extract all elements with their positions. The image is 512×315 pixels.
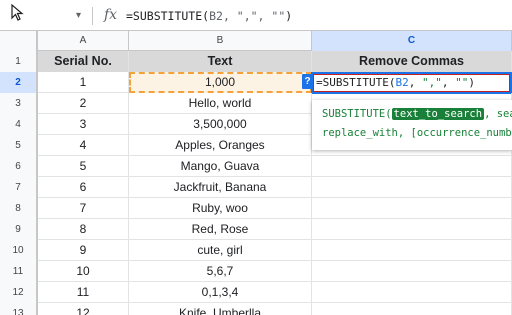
cell-remove-commas[interactable]	[312, 240, 512, 261]
cell-serial[interactable]: 12	[38, 303, 129, 315]
cell-remove-commas[interactable]	[312, 282, 512, 303]
table-row: 10 9 cute, girl	[0, 240, 512, 261]
table-row: 2 1 1,000? =SUBSTITUTE(B2, ",", "")	[0, 72, 512, 94]
table-row: 13 12 Knife, Umberlla	[0, 303, 512, 315]
cell-remove-commas[interactable]	[312, 198, 512, 219]
cell-remove-commas[interactable]	[312, 261, 512, 282]
editor-formula: =SUBSTITUTE(B2, ",", "")	[316, 76, 475, 89]
cell-serial[interactable]: 5	[38, 156, 129, 177]
column-header-a[interactable]: A	[38, 31, 129, 51]
cell-remove-commas[interactable]	[312, 303, 512, 315]
select-all-corner[interactable]	[0, 31, 38, 51]
editor-prefix: =SUBSTITUTE(	[316, 76, 396, 89]
column-header-b[interactable]: B	[129, 31, 312, 51]
formula-hint-popup: SUBSTITUTE(text_to_search, sea replace_w…	[312, 100, 512, 150]
row-number[interactable]: 4	[0, 114, 38, 135]
cell-text[interactable]: Red, Rose	[129, 219, 312, 240]
cell-text[interactable]: Hello, world	[129, 93, 312, 114]
column-header-row: A B C	[0, 31, 512, 51]
divider	[92, 7, 93, 25]
row-number[interactable]: 6	[0, 156, 38, 177]
table-row: 6 5 Mango, Guava	[0, 156, 512, 177]
cell-text[interactable]: Mango, Guava	[129, 156, 312, 177]
row-number[interactable]: 8	[0, 198, 38, 219]
formula-args: B2, ",", ""	[209, 9, 286, 23]
cell-serial[interactable]: 7	[38, 198, 129, 219]
row-number[interactable]: 2	[0, 72, 38, 93]
cell-text[interactable]: 3,500,000	[129, 114, 312, 135]
table-row: 12 11 0,1,3,4	[0, 282, 512, 303]
hint-line-2: replace_with, [occurrence_numbe	[322, 127, 512, 139]
cell-text[interactable]: 1,000	[129, 72, 312, 93]
table-row: 8 7 Ruby, woo	[0, 198, 512, 219]
cell-text[interactable]: Knife, Umberlla	[129, 303, 312, 315]
row-number[interactable]: 13	[0, 303, 38, 315]
table-row: 7 6 Jackfruit, Banana	[0, 177, 512, 198]
fx-icon: fx	[104, 7, 118, 23]
header-cell-remove-commas[interactable]: Remove Commas	[312, 51, 512, 72]
formula-prefix: =SUBSTITUTE(	[126, 9, 210, 23]
cell-text[interactable]: cute, girl	[129, 240, 312, 261]
header-cell-text[interactable]: Text	[129, 51, 312, 72]
hint-line-1: SUBSTITUTE(text_to_search, sea	[322, 108, 512, 120]
hint-rest: , sea	[484, 108, 512, 120]
editor-sep: ,	[441, 76, 456, 89]
cell-serial[interactable]: 10	[38, 261, 129, 282]
row-number[interactable]: 5	[0, 135, 38, 156]
row-number[interactable]: 3	[0, 93, 38, 114]
cell-remove-commas[interactable]	[312, 177, 512, 198]
editor-ref: B2	[395, 76, 409, 89]
cell-editor-c2[interactable]: =SUBSTITUTE(B2, ",", "")	[311, 72, 512, 94]
table-row: 11 10 5,6,7	[0, 261, 512, 282]
cell-text[interactable]: Ruby, woo	[129, 198, 312, 219]
cell-serial[interactable]: 11	[38, 282, 129, 303]
hint-function-name: SUBSTITUTE(	[322, 108, 392, 120]
cell-text[interactable]: 5,6,7	[129, 261, 312, 282]
cell-serial[interactable]: 6	[38, 177, 129, 198]
hint-active-arg: text_to_search	[391, 108, 485, 120]
chevron-down-icon[interactable]: ▾	[76, 10, 81, 21]
editor-string: ""	[455, 76, 469, 89]
row-number[interactable]: 10	[0, 240, 38, 261]
editor-string: ","	[421, 76, 442, 89]
row-number[interactable]: 7	[0, 177, 38, 198]
editor-suffix: )	[468, 76, 475, 89]
table-row: 9 8 Red, Rose	[0, 219, 512, 240]
cell-serial[interactable]: 8	[38, 219, 129, 240]
row-number[interactable]: 12	[0, 282, 38, 303]
cell-serial[interactable]: 2	[38, 93, 129, 114]
cell-remove-commas[interactable]	[312, 156, 512, 177]
cell-text[interactable]: 0,1,3,4	[129, 282, 312, 303]
row-number[interactable]: 9	[0, 219, 38, 240]
cell-text[interactable]: Jackfruit, Banana	[129, 177, 312, 198]
cell-serial[interactable]: 3	[38, 114, 129, 135]
editor-sep: ,	[408, 76, 422, 89]
table-row: 1 Serial No. Text Remove Commas	[0, 51, 512, 72]
row-number[interactable]: 1	[0, 51, 38, 72]
column-header-c[interactable]: C	[312, 31, 512, 51]
cell-serial[interactable]: 9	[38, 240, 129, 261]
formula-suffix: )	[285, 9, 293, 23]
cell-remove-commas[interactable]	[312, 219, 512, 240]
header-cell-serial[interactable]: Serial No.	[38, 51, 129, 72]
formula-input[interactable]: =SUBSTITUTE(B2, ",", "")	[126, 9, 292, 23]
mouse-pointer-icon	[11, 4, 24, 21]
formula-bar: ▾ fx =SUBSTITUTE(B2, ",", "")	[0, 0, 512, 31]
row-number[interactable]: 11	[0, 261, 38, 282]
cell-serial[interactable]: 1	[38, 72, 129, 93]
cell-text[interactable]: Apples, Oranges	[129, 135, 312, 156]
cell-serial[interactable]: 4	[38, 135, 129, 156]
